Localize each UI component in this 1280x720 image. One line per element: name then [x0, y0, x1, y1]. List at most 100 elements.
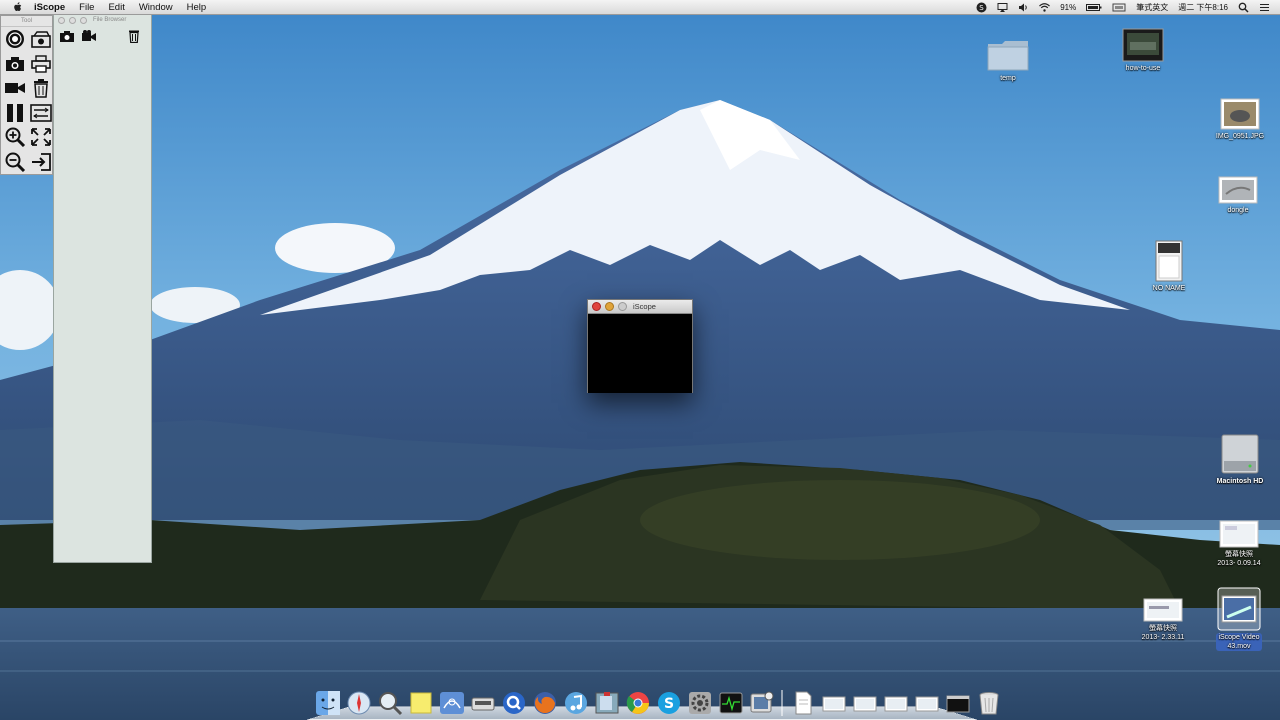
- exit-tool-button[interactable]: [28, 150, 54, 175]
- preview-icon: [378, 691, 402, 715]
- window-close-button[interactable]: [592, 302, 601, 311]
- dock-network-utility[interactable]: [438, 689, 465, 716]
- tool-palette: Tool: [0, 15, 53, 175]
- camera-icon: [6, 56, 24, 71]
- stack-icon: [822, 696, 845, 711]
- dock-iscope-app[interactable]: [748, 689, 775, 716]
- skype-status-icon[interactable]: S: [976, 2, 987, 13]
- desktop-icon-screenshot-1[interactable]: 螢幕快照 2013- 0.09.14: [1204, 520, 1274, 568]
- airplay-icon[interactable]: [997, 2, 1008, 13]
- tool-palette-title: Tool: [1, 16, 52, 27]
- desktop-icon-label: dongle: [1227, 207, 1249, 214]
- window-minimize-button[interactable]: [605, 302, 614, 311]
- camera-icon: [60, 31, 74, 42]
- dock-photo-booth[interactable]: [593, 689, 620, 716]
- window-zoom-button[interactable]: [618, 302, 627, 311]
- dock-stack-4[interactable]: [913, 689, 940, 716]
- file-browser-photos-button[interactable]: [58, 28, 76, 44]
- app-menu-iscope[interactable]: iScope: [34, 2, 65, 13]
- dock-firefox[interactable]: [531, 689, 558, 716]
- dock-chrome[interactable]: [624, 689, 651, 716]
- camera-preview-viewport[interactable]: [588, 314, 692, 393]
- desktop-icon-img-jpg[interactable]: IMG_0951.JPG: [1205, 98, 1275, 141]
- dock-stack-3[interactable]: [882, 689, 909, 716]
- printer-icon: [31, 55, 51, 73]
- desktop-icon-no-name[interactable]: NO NAME: [1134, 240, 1204, 293]
- record-tool-button[interactable]: [2, 76, 28, 101]
- quicktime-icon: [502, 691, 525, 714]
- desktop-icon-macintosh-hd[interactable]: Macintosh HD: [1205, 433, 1275, 486]
- itunes-icon: [564, 691, 587, 714]
- delete-tool-button[interactable]: [28, 76, 54, 101]
- dock-safari[interactable]: [345, 689, 372, 716]
- target-tool-button[interactable]: [2, 27, 28, 52]
- file-browser-titlebar[interactable]: File Browser: [54, 15, 151, 25]
- input-flag-icon[interactable]: [1112, 2, 1126, 13]
- desktop-icon-label: how-to-use: [1125, 65, 1161, 72]
- menu-file[interactable]: File: [79, 2, 94, 13]
- menu-edit[interactable]: Edit: [108, 2, 124, 13]
- fullscreen-tool-button[interactable]: [28, 125, 54, 150]
- dock-trash[interactable]: [975, 689, 1002, 716]
- photo-booth-icon: [595, 691, 618, 713]
- trash-icon: [34, 79, 48, 98]
- file-browser-close-button[interactable]: [58, 16, 65, 24]
- stack-icon: [884, 696, 907, 711]
- print-tool-button[interactable]: [28, 52, 54, 77]
- skype-icon: S: [657, 691, 680, 714]
- snapshot-tool-button[interactable]: [2, 52, 28, 77]
- dock-stickies[interactable]: [407, 689, 434, 716]
- desktop-icon-label: iScope Video 43.mov: [1216, 633, 1262, 651]
- file-browser-toolbar: [54, 25, 151, 47]
- dock-finder[interactable]: [314, 689, 341, 716]
- album-tool-button[interactable]: [28, 27, 54, 52]
- spotlight-search-icon[interactable]: [1238, 2, 1249, 13]
- desktop-icon-iscope-video[interactable]: iScope Video 43.mov: [1204, 587, 1274, 651]
- scanner-icon: [471, 697, 494, 710]
- settings-tool-button[interactable]: [28, 101, 54, 126]
- file-browser-title: File Browser: [93, 17, 127, 23]
- finder-icon: [315, 690, 340, 715]
- zoom-in-tool-button[interactable]: [2, 125, 28, 150]
- dock-terminal[interactable]: [944, 689, 971, 716]
- iscope-window-titlebar[interactable]: iScope: [588, 300, 692, 314]
- menu-window[interactable]: Window: [139, 2, 173, 13]
- dock-stack-2[interactable]: [851, 689, 878, 716]
- zoom-out-icon: [5, 152, 26, 172]
- dock-activity-monitor[interactable]: [717, 689, 744, 716]
- zoom-out-tool-button[interactable]: [2, 150, 28, 175]
- dock-itunes[interactable]: [562, 689, 589, 716]
- desktop-icon-dongle[interactable]: dongle: [1203, 176, 1273, 215]
- dock-scanner[interactable]: [469, 689, 496, 716]
- menubar-clock[interactable]: 週二 下午8:16: [1178, 2, 1228, 13]
- file-browser-minimize-button[interactable]: [69, 16, 76, 24]
- desktop-icon-label: 螢幕快照 2013- 2.33.11: [1141, 625, 1185, 641]
- stickies-icon: [410, 692, 431, 713]
- dock-quicktime[interactable]: [500, 689, 527, 716]
- dock-document[interactable]: [789, 689, 816, 716]
- input-method-label[interactable]: 筆式英文: [1136, 2, 1168, 13]
- volume-icon[interactable]: [1018, 2, 1029, 13]
- image-file-icon: [1218, 176, 1258, 204]
- hard-drive-icon: [1221, 434, 1259, 474]
- desktop-icon-temp[interactable]: temp: [973, 38, 1043, 83]
- pause-tool-button[interactable]: [2, 101, 28, 126]
- battery-icon[interactable]: [1086, 2, 1102, 13]
- menu-help[interactable]: Help: [187, 2, 207, 13]
- dock: S: [306, 684, 998, 720]
- notification-center-icon[interactable]: [1259, 2, 1270, 13]
- dock-stack-1[interactable]: [820, 689, 847, 716]
- dock-system-preferences[interactable]: [686, 689, 713, 716]
- dock-skype[interactable]: S: [655, 689, 682, 716]
- apple-menu-icon[interactable]: [12, 1, 24, 13]
- dock-preview[interactable]: [376, 689, 403, 716]
- file-browser-videos-button[interactable]: [80, 28, 98, 44]
- target-icon: [6, 30, 24, 49]
- desktop-icon-screenshot-2[interactable]: 螢幕快照 2013- 2.33.11: [1128, 598, 1198, 642]
- desktop-icon-how-to-use[interactable]: how-to-use: [1108, 28, 1178, 73]
- file-browser-delete-button[interactable]: [125, 28, 143, 44]
- stack-icon: [915, 696, 938, 711]
- file-browser-zoom-button[interactable]: [80, 16, 87, 24]
- wifi-icon[interactable]: [1039, 2, 1051, 13]
- desktop-icon-label: temp: [1000, 75, 1016, 82]
